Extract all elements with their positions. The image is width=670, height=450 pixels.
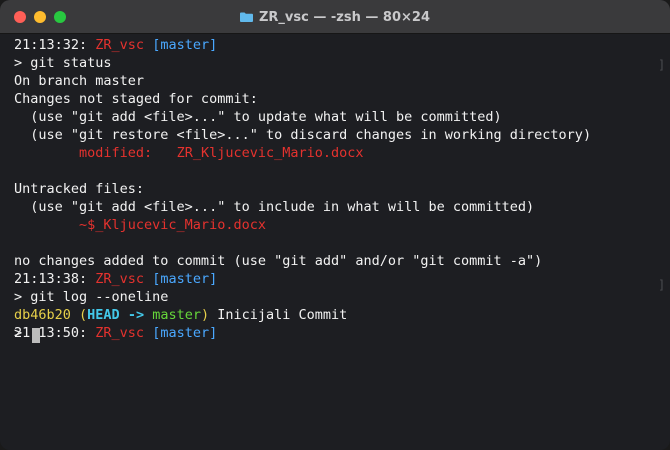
modified-file: ZR_Kljucevic_Mario.docx [176, 145, 364, 161]
text-cursor [32, 328, 40, 343]
output-line: (use "git restore <file>..." to discard … [14, 127, 592, 143]
commit-message: Inicijali Commit [209, 307, 348, 323]
prompt-branch: [master] [152, 37, 218, 53]
git-log-line: db46b20 (HEAD -> master) Inicijali Commi… [14, 306, 347, 324]
scroll-mark: ] [658, 278, 666, 292]
ref-branch: master [152, 307, 201, 323]
title-bar[interactable]: ZR_vsc — -zsh — 80×24 [0, 0, 670, 34]
ref-head: HEAD [87, 307, 120, 323]
modified-file-line: modified: ZR_Kljucevic_Mario.docx [14, 144, 364, 162]
prompt-line: 21:13:38: ZR_vsc [master] [14, 270, 217, 288]
output-line: Untracked files: [14, 181, 145, 197]
prompt-line: 21:13:50: ZR_vsc [master] [14, 324, 217, 342]
folder-icon [240, 12, 253, 22]
prompt-branch: [master] [152, 325, 218, 341]
ref-close: ) [200, 307, 210, 323]
prompt-time: 21:13:32: [14, 37, 88, 53]
ref-arrow: -> [119, 307, 153, 323]
ref-open: ( [70, 307, 88, 323]
prompt-directory: ZR_vsc [95, 325, 145, 341]
window-title: ZR_vsc — -zsh — 80×24 [0, 0, 670, 34]
untracked-file-line: ~$_Kljucevic_Mario.docx [14, 217, 266, 233]
prompt-branch: [master] [152, 271, 218, 287]
command-line: > git log --oneline [14, 289, 169, 305]
output-line: On branch master [14, 73, 145, 89]
commit-hash: db46b20 [14, 307, 71, 323]
command-line: > git status [14, 55, 112, 71]
prompt-directory: ZR_vsc [95, 271, 145, 287]
output-line: (use "git add <file>..." to include in w… [14, 199, 535, 215]
output-line: (use "git add <file>..." to update what … [14, 109, 502, 125]
terminal-window: ZR_vsc — -zsh — 80×24 21:13:32: ZR_vsc [… [0, 0, 670, 450]
modified-label: modified: [14, 145, 177, 161]
output-line: no changes added to commit (use "git add… [14, 253, 543, 269]
window-title-text: ZR_vsc — -zsh — 80×24 [259, 9, 430, 25]
prompt-time: 21:13:38: [14, 271, 88, 287]
active-prompt: > [14, 325, 31, 341]
terminal-output[interactable]: 21:13:32: ZR_vsc [master] > git status O… [0, 34, 670, 450]
prompt-line: 21:13:32: ZR_vsc [master] [14, 36, 217, 54]
prompt-directory: ZR_vsc [95, 37, 145, 53]
output-line: Changes not staged for commit: [14, 91, 258, 107]
scroll-mark: ] [658, 58, 666, 72]
